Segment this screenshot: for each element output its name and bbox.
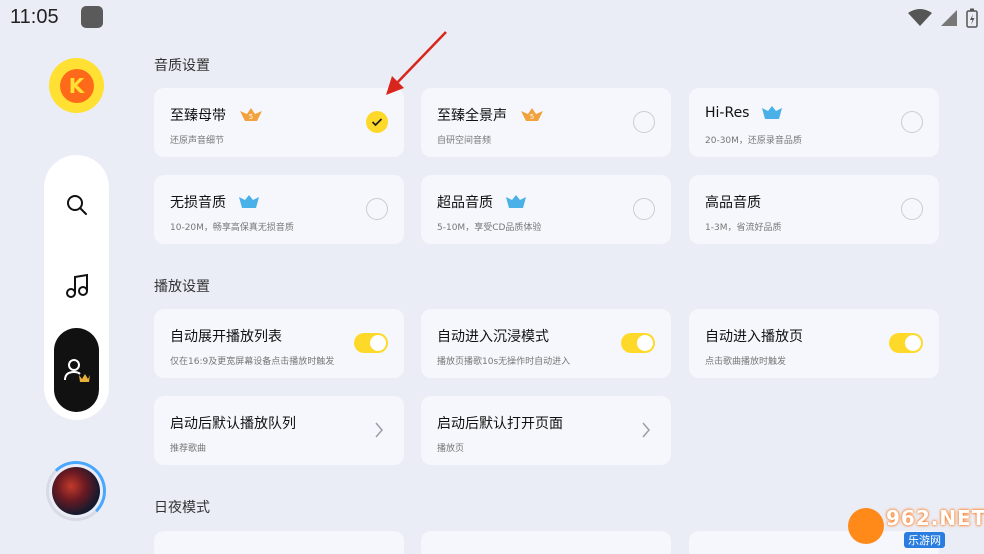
vip-blue-badge-icon — [239, 195, 259, 208]
user-crown-icon — [63, 359, 90, 382]
toggle-knob — [905, 335, 921, 351]
toggle-switch[interactable] — [621, 333, 655, 353]
status-icons — [908, 8, 978, 28]
card-title: 自动进入播放页 — [705, 329, 803, 345]
quality-card-super[interactable]: 超品音质 5-10M，享受CD品质体验 — [421, 175, 671, 244]
card-title: 至臻母带 — [170, 108, 226, 124]
status-bar: 11:05 — [0, 0, 984, 36]
card-title: 超品音质 — [437, 195, 493, 211]
music-note-icon — [65, 273, 88, 298]
card-title: Hi-Res — [705, 105, 750, 121]
quality-card-master[interactable]: 至臻母带 5 还原声音细节 — [154, 88, 404, 157]
music-button[interactable] — [54, 263, 99, 308]
quality-card-high[interactable]: 高品音质 1-3M，省流好品质 — [689, 175, 939, 244]
vip-blue-badge-icon — [506, 195, 526, 208]
setting-auto-player-page[interactable]: 自动进入播放页 点击歌曲播放时触发 — [689, 309, 939, 378]
setting-auto-expand-playlist[interactable]: 自动展开播放列表 仅在16:9及更宽屏幕设备点击播放时触发 — [154, 309, 404, 378]
card-subtitle: 点击歌曲播放时触发 — [705, 357, 787, 367]
card-subtitle: 1-3M，省流好品质 — [705, 223, 782, 233]
check-icon — [371, 118, 383, 127]
search-icon — [66, 194, 87, 215]
status-time: 11:05 — [10, 6, 59, 28]
setting-default-queue[interactable]: 启动后默认播放队列 推荐歌曲 — [154, 396, 404, 465]
radio-button[interactable] — [901, 198, 923, 220]
card-subtitle: 20-30M，还原录音品质 — [705, 136, 802, 146]
section-title-daynight: 日夜模式 — [154, 500, 210, 516]
radio-button[interactable] — [366, 198, 388, 220]
watermark-text: 962.NET — [886, 506, 984, 530]
card-title: 启动后默认打开页面 — [437, 416, 563, 432]
card-title: 高品音质 — [705, 195, 761, 211]
card-title: 自动进入沉浸模式 — [437, 329, 549, 345]
svg-text:5: 5 — [249, 113, 253, 121]
setting-auto-immersive[interactable]: 自动进入沉浸模式 播放页播歌10s无操作时自动进入 — [421, 309, 671, 378]
card-title: 无损音质 — [170, 195, 226, 211]
quality-card-lossless[interactable]: 无损音质 10-20M，畅享高保真无损音质 — [154, 175, 404, 244]
toggle-knob — [637, 335, 653, 351]
app-notification-icon — [81, 6, 103, 28]
logo-letter: K — [59, 68, 94, 103]
toggle-switch[interactable] — [354, 333, 388, 353]
vip-blue-badge-icon — [762, 106, 783, 119]
card-title: 自动展开播放列表 — [170, 329, 282, 345]
search-button[interactable] — [54, 182, 99, 227]
card-subtitle: 播放页 — [437, 444, 465, 454]
card-title: 启动后默认播放队列 — [170, 416, 296, 432]
wifi-icon — [908, 9, 932, 26]
vip-gold-badge-icon: 5 — [240, 108, 262, 121]
toggle-switch[interactable] — [889, 333, 923, 353]
card-subtitle: 仅在16:9及更宽屏幕设备点击播放时触发 — [170, 357, 335, 367]
signal-icon — [941, 10, 957, 26]
album-cover — [52, 467, 100, 515]
quality-card-atmos[interactable]: 至臻全景声 5 自研空间音频 — [421, 88, 671, 157]
daynight-card[interactable] — [421, 531, 671, 554]
watermark: 962.NET 乐游网 — [846, 504, 984, 550]
app-logo[interactable]: K — [49, 58, 104, 113]
card-subtitle: 5-10M，享受CD品质体验 — [437, 223, 542, 233]
chevron-right-icon — [375, 422, 383, 438]
section-title-playback: 播放设置 — [154, 279, 210, 295]
card-subtitle: 还原声音细节 — [170, 136, 225, 146]
svg-text:5: 5 — [530, 113, 534, 121]
profile-button[interactable] — [54, 328, 99, 412]
chevron-right-icon — [642, 422, 650, 438]
card-subtitle: 10-20M，畅享高保真无损音质 — [170, 223, 294, 233]
vip-gold-badge-icon: 5 — [521, 108, 543, 121]
battery-icon — [966, 8, 978, 28]
annotation-arrow — [386, 31, 447, 95]
card-subtitle: 播放页播歌10s无操作时自动进入 — [437, 357, 571, 367]
now-playing-avatar[interactable] — [46, 461, 106, 521]
quality-card-hires[interactable]: Hi-Res 20-30M，还原录音品质 — [689, 88, 939, 157]
radio-button[interactable] — [633, 198, 655, 220]
card-subtitle: 自研空间音频 — [437, 136, 492, 146]
daynight-card[interactable] — [154, 531, 404, 554]
watermark-logo — [848, 508, 884, 544]
setting-default-page[interactable]: 启动后默认打开页面 播放页 — [421, 396, 671, 465]
section-title-quality: 音质设置 — [154, 58, 210, 74]
card-subtitle: 推荐歌曲 — [170, 444, 207, 454]
side-navigation — [44, 155, 109, 420]
card-title: 至臻全景声 — [437, 108, 507, 124]
radio-button[interactable] — [633, 111, 655, 133]
toggle-knob — [370, 335, 386, 351]
selected-radio[interactable] — [366, 111, 388, 133]
radio-button[interactable] — [901, 111, 923, 133]
watermark-subtext: 乐游网 — [904, 532, 945, 548]
